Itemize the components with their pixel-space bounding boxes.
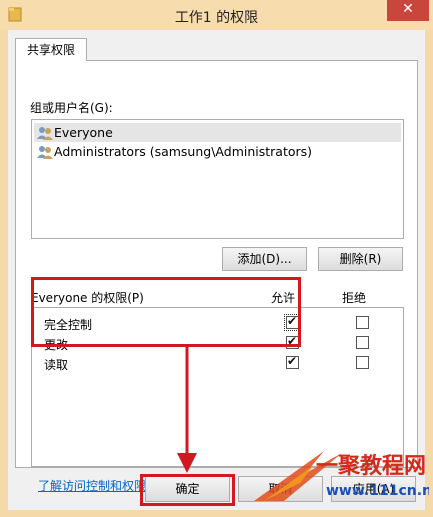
title-bar[interactable]: 工作1 的权限 ✕ xyxy=(0,0,433,30)
permissions-window: 工作1 的权限 ✕ 共享权限 组或用户名(G): Everyone Admini… xyxy=(0,0,433,517)
permission-change: 更改 xyxy=(44,338,69,352)
cancel-button[interactable]: 取消 xyxy=(238,476,323,502)
full-control-deny-checkbox[interactable] xyxy=(356,316,369,329)
list-item-label: Administrators (samsung\Administrators) xyxy=(54,144,313,159)
read-deny-checkbox[interactable] xyxy=(356,356,369,369)
window-title: 工作1 的权限 xyxy=(174,10,259,26)
group-list[interactable]: Everyone Administrators (samsung\Adminis… xyxy=(31,119,404,239)
change-allow-checkbox[interactable] xyxy=(286,334,299,349)
list-item[interactable]: Everyone xyxy=(34,123,401,142)
tab-share-permissions[interactable]: 共享权限 xyxy=(15,38,87,61)
list-item[interactable]: Administrators (samsung\Administrators) xyxy=(34,142,401,161)
ok-button[interactable]: 确定 xyxy=(145,476,230,502)
permission-read: 读取 xyxy=(44,358,69,372)
dialog-client: 共享权限 组或用户名(G): Everyone Administrators (… xyxy=(8,30,425,510)
add-button[interactable]: 添加(D)... xyxy=(222,247,307,271)
full-control-allow-checkbox[interactable] xyxy=(284,314,301,331)
close-button[interactable]: ✕ xyxy=(387,0,429,21)
tab-panel: 组或用户名(G): Everyone Administrators (samsu… xyxy=(15,60,418,493)
permissions-header: Everyone 的权限(P) xyxy=(31,291,144,305)
read-allow-checkbox[interactable] xyxy=(286,354,299,369)
group-label: 组或用户名(G): xyxy=(30,101,113,115)
permission-full-control: 完全控制 xyxy=(44,318,93,332)
allow-column-header: 允许 xyxy=(271,291,296,305)
list-item-label: Everyone xyxy=(54,125,113,140)
users-icon xyxy=(37,127,53,140)
apply-button[interactable]: 应用(A) xyxy=(331,476,416,502)
learn-access-control-link[interactable]: 了解访问控制和权限 xyxy=(38,477,146,494)
permissions-grid: 完全控制 更改 读取 xyxy=(31,307,404,467)
remove-button[interactable]: 删除(R) xyxy=(318,247,403,271)
users-icon xyxy=(37,146,53,159)
deny-column-header: 拒绝 xyxy=(342,291,367,305)
change-deny-checkbox[interactable] xyxy=(356,336,369,349)
